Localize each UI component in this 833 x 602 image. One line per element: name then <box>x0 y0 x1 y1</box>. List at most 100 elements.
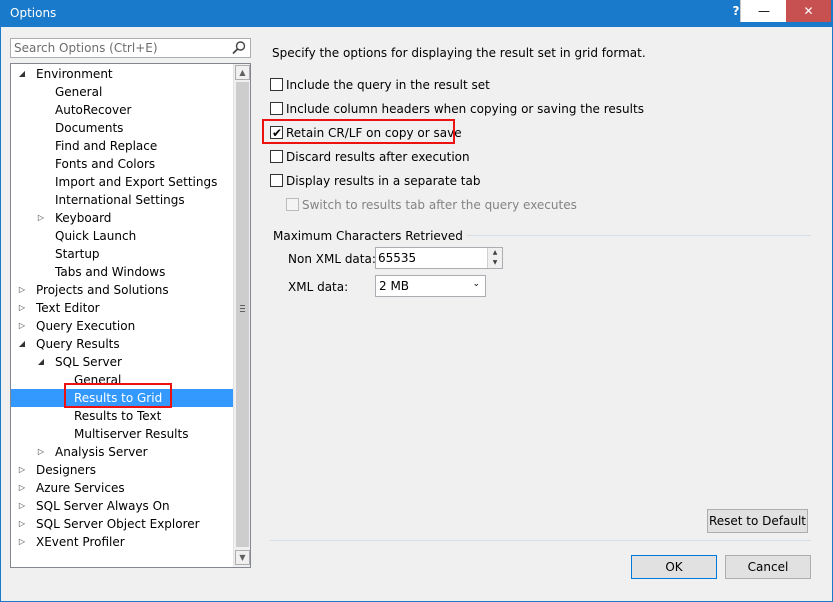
chevron-up-icon: ▲ <box>239 68 246 77</box>
tree-item[interactable]: ▷ Query Execution <box>11 317 231 335</box>
expanded-arrow-icon[interactable]: ◢ <box>17 335 27 353</box>
tree-item[interactable]: Quick Launch <box>11 227 231 245</box>
expanded-arrow-icon[interactable]: ◢ <box>17 65 27 83</box>
collapsed-arrow-icon[interactable]: ▷ <box>17 461 27 479</box>
tree-item-label: International Settings <box>55 193 185 207</box>
tree-item-label: Query Execution <box>36 319 136 333</box>
close-icon: ✕ <box>803 4 814 18</box>
tree-item-label: Quick Launch <box>55 229 137 243</box>
tree-item[interactable]: ▷ Keyboard <box>11 209 231 227</box>
collapsed-arrow-icon[interactable]: ▷ <box>36 209 46 227</box>
tree-item-label: General <box>55 85 103 99</box>
tree-item[interactable]: ◢ SQL Server <box>11 353 231 371</box>
xml-data-value: 2 MB <box>379 279 410 293</box>
retain-crlf-highlight <box>262 119 455 144</box>
tree-item[interactable]: Startup <box>11 245 231 263</box>
scroll-thumb[interactable] <box>236 82 249 547</box>
window-title: Options <box>10 6 57 20</box>
group-divider <box>441 235 811 236</box>
tree-item-label: SQL Server Always On <box>36 499 170 513</box>
tree-item[interactable]: AutoRecover <box>11 101 231 119</box>
tree-selection-highlight <box>64 383 172 408</box>
tree-item[interactable]: ▷ Analysis Server <box>11 443 231 461</box>
tree-item-label: Multiserver Results <box>74 427 189 441</box>
tree-item[interactable]: ◢ Query Results <box>11 335 231 353</box>
reset-to-default-button[interactable]: Reset to Default <box>707 509 808 533</box>
tree-item[interactable]: General <box>11 83 231 101</box>
tree-item[interactable]: Documents <box>11 119 231 137</box>
spin-down-button[interactable]: ▼ <box>487 258 502 268</box>
spin-up-button[interactable]: ▲ <box>487 248 502 258</box>
scroll-down-button[interactable]: ▼ <box>235 550 250 565</box>
close-button[interactable]: ✕ <box>786 0 831 22</box>
collapsed-arrow-icon[interactable]: ▷ <box>17 533 27 551</box>
tree-item[interactable]: Import and Export Settings <box>11 173 231 191</box>
tree-item[interactable]: ▷ SQL Server Object Explorer <box>11 515 231 533</box>
non-xml-input[interactable] <box>378 251 486 265</box>
options-dialog: Options ? — ✕ ◢ Environment General AutoRec… <box>0 0 833 602</box>
chevron-down-icon: ⌄ <box>472 279 480 289</box>
checkbox-label[interactable]: Include the query in the result set <box>286 76 490 94</box>
collapsed-arrow-icon[interactable]: ▷ <box>36 443 46 461</box>
tree-item[interactable]: Find and Replace <box>11 137 231 155</box>
tree-item-label: Analysis Server <box>55 445 148 459</box>
tree-item-label: AutoRecover <box>55 103 132 117</box>
collapsed-arrow-icon[interactable]: ▷ <box>17 479 27 497</box>
search-input[interactable] <box>14 41 224 55</box>
tree-scrollbar[interactable]: ▲ ▼ <box>233 64 250 567</box>
group-title: Maximum Characters Retrieved <box>273 229 467 243</box>
scroll-up-button[interactable]: ▲ <box>235 65 250 80</box>
collapsed-arrow-icon[interactable]: ▷ <box>17 299 27 317</box>
tree-item-label: Query Results <box>36 337 120 351</box>
tree-item-label: Azure Services <box>36 481 125 495</box>
tree-item[interactable]: Results to Text <box>11 407 231 425</box>
checkbox-box[interactable] <box>270 150 283 163</box>
tree-item[interactable]: ◢ Environment <box>11 65 231 83</box>
xml-data-select[interactable]: 2 MB ⌄ <box>375 275 486 297</box>
checkbox-label[interactable]: Include column headers when copying or s… <box>286 100 644 118</box>
tree-item-label: Results to Text <box>74 409 162 423</box>
options-tree[interactable]: ◢ Environment General AutoRecover Documents F… <box>10 63 251 568</box>
page-description: Specify the options for displaying the r… <box>272 46 646 60</box>
ok-button[interactable]: OK <box>631 555 717 579</box>
tree-item[interactable]: ▷ SQL Server Always On <box>11 497 231 515</box>
expanded-arrow-icon[interactable]: ◢ <box>36 353 46 371</box>
tree-item-label: SQL Server Object Explorer <box>36 517 200 531</box>
tree-item[interactable]: ▷ XEvent Profiler <box>11 533 231 551</box>
collapsed-arrow-icon[interactable]: ▷ <box>17 317 27 335</box>
grip-line <box>240 311 245 312</box>
tree-item-label: Import and Export Settings <box>55 175 218 189</box>
checkbox-box <box>286 198 299 211</box>
collapsed-arrow-icon[interactable]: ▷ <box>17 497 27 515</box>
minimize-button[interactable]: — <box>740 0 787 22</box>
checkbox-box[interactable] <box>270 102 283 115</box>
tree-item-label: Find and Replace <box>55 139 158 153</box>
tree-item[interactable]: ▷ Text Editor <box>11 299 231 317</box>
chevron-down-icon: ▼ <box>492 259 498 266</box>
tree-item-label: Keyboard <box>55 211 112 225</box>
grip-line <box>240 305 245 306</box>
tree-item[interactable]: ▷ Projects and Solutions <box>11 281 231 299</box>
help-button[interactable]: ? <box>732 0 740 22</box>
tree-item-label: Documents <box>55 121 124 135</box>
grip-line <box>240 308 245 309</box>
checkbox-label[interactable]: Discard results after execution <box>286 148 470 166</box>
checkbox-box[interactable] <box>270 174 283 187</box>
tree-item-label: Projects and Solutions <box>36 283 169 297</box>
collapsed-arrow-icon[interactable]: ▷ <box>17 281 27 299</box>
tree-item[interactable]: Fonts and Colors <box>11 155 231 173</box>
tree-item[interactable]: International Settings <box>11 191 231 209</box>
collapsed-arrow-icon[interactable]: ▷ <box>17 515 27 533</box>
checkbox-label[interactable]: Display results in a separate tab <box>286 172 480 190</box>
title-bar[interactable]: Options ? — ✕ <box>0 0 833 27</box>
search-box[interactable] <box>10 38 251 58</box>
tree-item[interactable]: ▷ Designers <box>11 461 231 479</box>
cancel-button[interactable]: Cancel <box>725 555 811 579</box>
non-xml-stepper[interactable]: ▲ ▼ <box>375 247 503 269</box>
tree-item[interactable]: ▷ Azure Services <box>11 479 231 497</box>
search-icon[interactable] <box>231 40 247 56</box>
dialog-body: ◢ Environment General AutoRecover Documents F… <box>1 27 832 601</box>
checkbox-box[interactable] <box>270 78 283 91</box>
tree-item[interactable]: Tabs and Windows <box>11 263 231 281</box>
tree-item[interactable]: Multiserver Results <box>11 425 231 443</box>
